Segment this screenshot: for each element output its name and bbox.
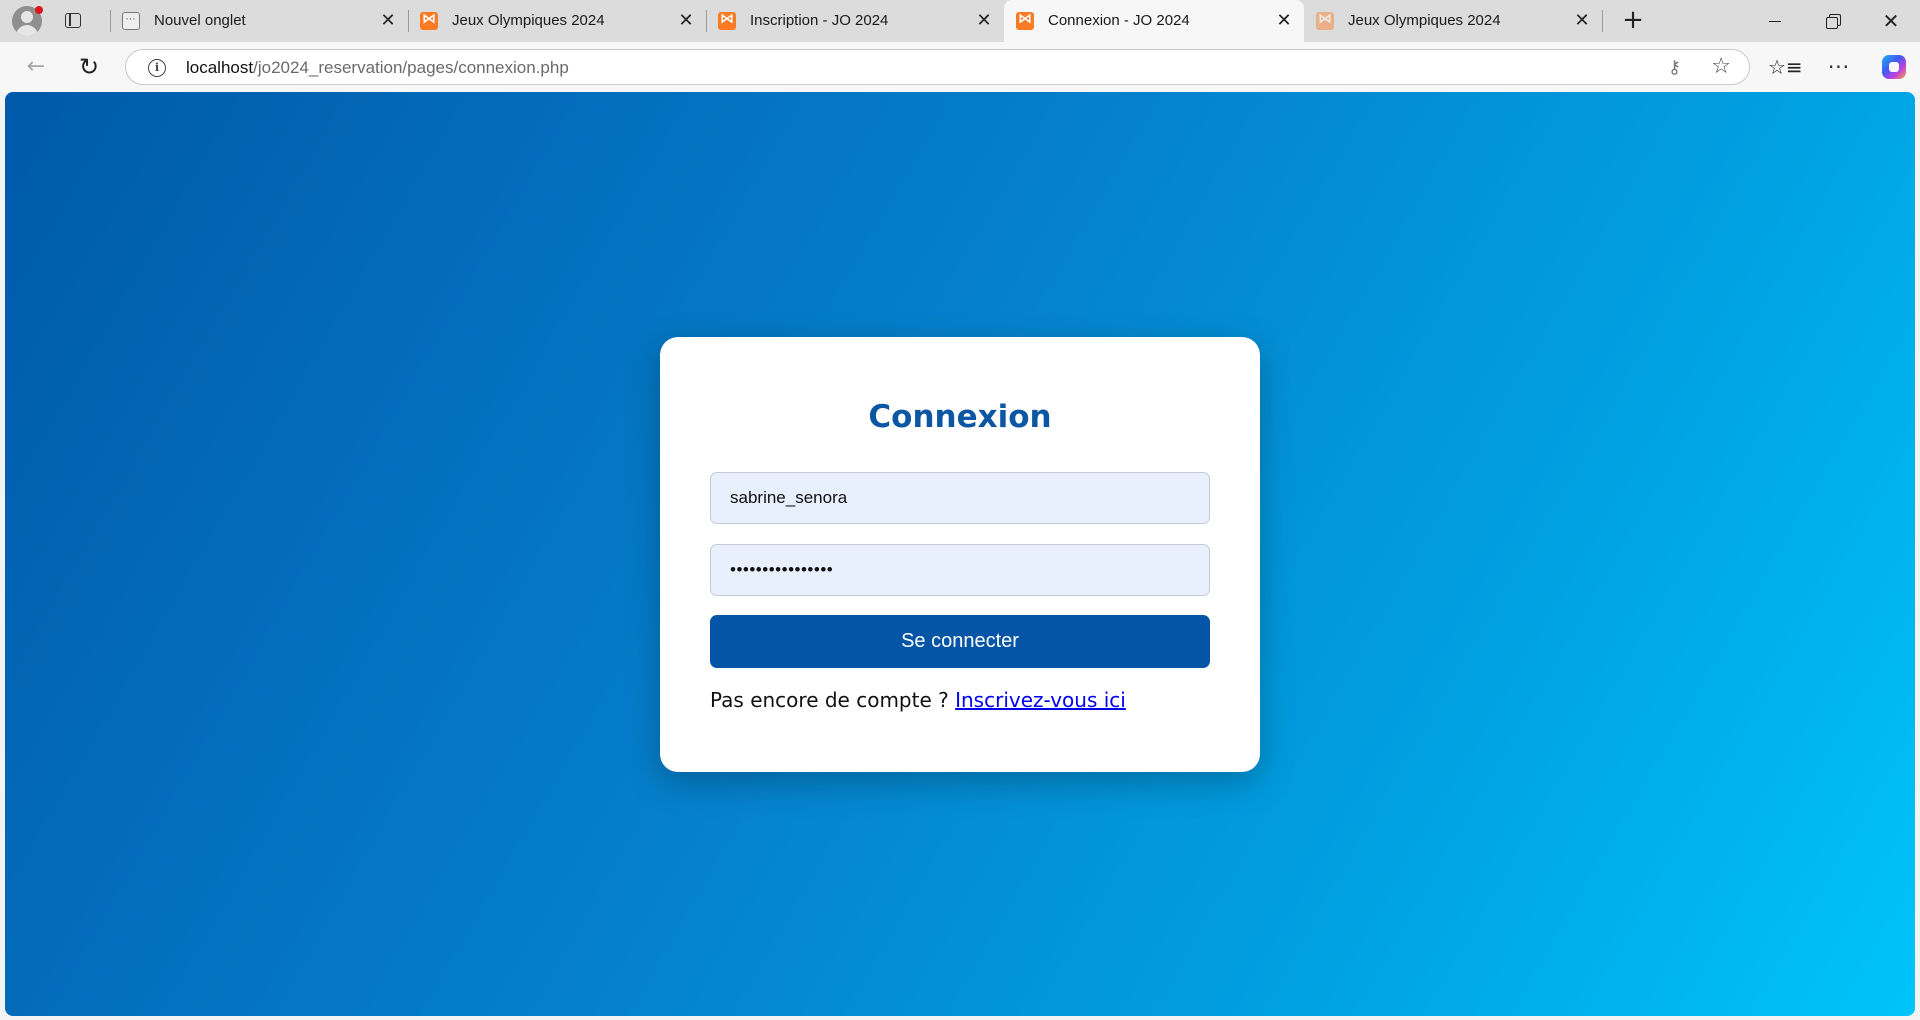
tab-separator [110, 10, 111, 32]
tab-actions-icon[interactable] [62, 11, 84, 31]
favorite-star-icon[interactable]: ☆ [1711, 54, 1731, 79]
tab-strip: Nouvel onglet ✕ Jeux Olympiques 2024 ✕ I… [0, 0, 1920, 42]
window-close-button[interactable]: ✕ [1862, 0, 1920, 42]
reload-icon[interactable]: ↻ [73, 51, 105, 83]
tab-title: Jeux Olympiques 2024 [452, 12, 605, 29]
new-tab-button[interactable]: + [1618, 6, 1648, 36]
url-text[interactable]: localhost/jo2024_reservation/pages/conne… [186, 58, 569, 78]
xampp-icon [1316, 11, 1334, 30]
tab-title: Connexion - JO 2024 [1048, 12, 1190, 29]
tab-title: Inscription - JO 2024 [750, 12, 889, 29]
xampp-icon [718, 11, 736, 30]
tab-jeux-olympiques-2[interactable]: Jeux Olympiques 2024 ✕ [1304, 0, 1602, 42]
tab-close-icon[interactable]: ✕ [378, 10, 398, 32]
tab-new-tab[interactable]: Nouvel onglet ✕ [110, 0, 408, 42]
favorites-icon[interactable]: ☆≡ [1768, 51, 1803, 83]
tab-close-icon[interactable]: ✕ [1572, 10, 1592, 32]
more-options-icon[interactable]: ··· [1823, 51, 1855, 83]
signup-prompt-text: Pas encore de compte ? [710, 688, 949, 712]
restore-button[interactable] [1804, 0, 1862, 42]
tab-close-icon[interactable]: ✕ [676, 10, 696, 32]
address-bar[interactable]: i localhost/jo2024_reservation/pages/con… [125, 49, 1750, 85]
tab-separator [408, 10, 409, 32]
tab-jeux-olympiques[interactable]: Jeux Olympiques 2024 ✕ [408, 0, 706, 42]
password-field[interactable]: •••••••••••••••• [710, 544, 1210, 596]
copilot-icon[interactable] [1878, 51, 1910, 83]
notification-dot-icon [35, 6, 43, 14]
new-tab-page-icon [122, 12, 140, 30]
username-field[interactable]: sabrine_senora [710, 472, 1210, 524]
tab-connexion[interactable]: Connexion - JO 2024 ✕ [1004, 0, 1304, 42]
xampp-icon [420, 11, 438, 30]
url-host: localhost [186, 58, 254, 77]
tab-close-icon[interactable]: ✕ [974, 10, 994, 32]
signup-prompt: Pas encore de compte ? Inscrivez-vous ic… [710, 688, 1126, 712]
page-background: Connexion sabrine_senora •••••••••••••••… [5, 92, 1915, 1016]
tab-separator-end [1602, 0, 1603, 42]
url-path: /jo2024_reservation/pages/connexion.php [253, 58, 569, 77]
site-info-icon[interactable]: i [148, 59, 166, 77]
minimize-button[interactable] [1746, 0, 1804, 42]
browser-toolbar: ← ↻ i localhost/jo2024_reservation/pages… [0, 42, 1920, 92]
login-title: Connexion [868, 399, 1052, 435]
signup-link[interactable]: Inscrivez-vous ici [955, 688, 1126, 712]
tab-separator [706, 10, 707, 32]
back-arrow-icon[interactable]: ← [20, 51, 52, 83]
xampp-icon [1016, 11, 1034, 30]
tab-title: Nouvel onglet [154, 12, 246, 29]
password-key-icon[interactable]: ⚷ [1668, 57, 1681, 78]
tab-title: Jeux Olympiques 2024 [1348, 12, 1501, 29]
tab-close-icon[interactable]: ✕ [1274, 10, 1294, 32]
login-card: Connexion sabrine_senora •••••••••••••••… [660, 337, 1260, 772]
tab-inscription[interactable]: Inscription - JO 2024 ✕ [706, 0, 1004, 42]
login-submit-button[interactable]: Se connecter [710, 615, 1210, 668]
